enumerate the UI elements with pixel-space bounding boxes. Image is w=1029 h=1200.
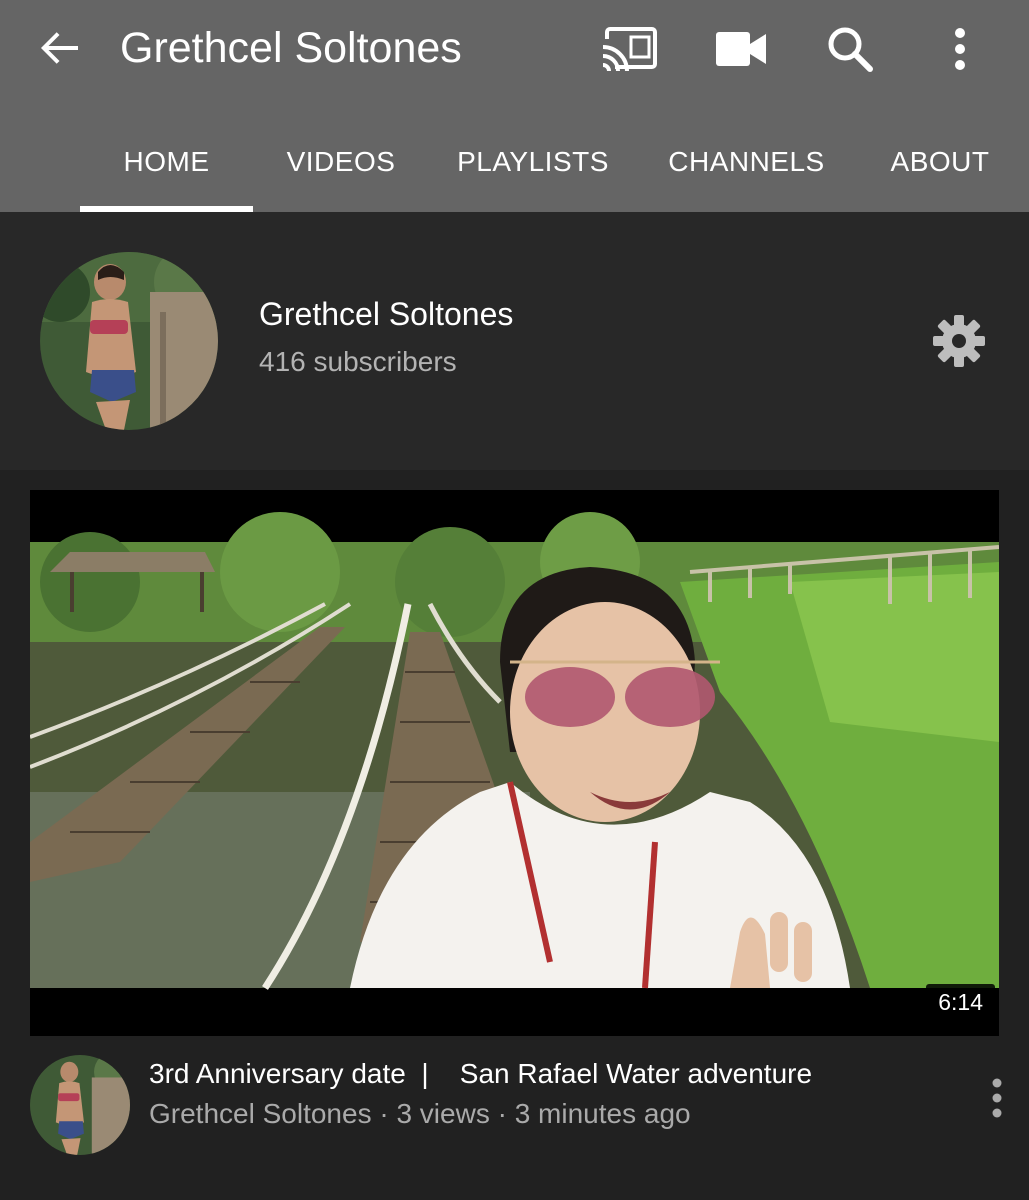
video-metadata: Grethcel Soltones · 3 views · 3 minutes …	[149, 1098, 691, 1129]
more-vertical-icon[interactable]	[980, 1074, 1014, 1122]
subscriber-count: 416 subscribers	[259, 346, 457, 377]
app-bar: Grethcel Soltones HOME VIDEOS PLAYLISTS …	[0, 0, 1029, 212]
tab-channels[interactable]: CHANNELS	[650, 112, 843, 212]
top-toolbar: Grethcel Soltones	[0, 0, 1029, 100]
home-feed: 6:14 3rd Anniversary date | San Rafael W…	[0, 470, 1029, 1200]
more-vertical-icon[interactable]	[930, 22, 990, 76]
gear-icon[interactable]	[930, 312, 988, 370]
tab-home[interactable]: HOME	[80, 112, 253, 212]
video-thumbnail	[30, 490, 999, 1036]
tab-about[interactable]: ABOUT	[870, 112, 1010, 212]
page-title: Grethcel Soltones	[120, 24, 462, 72]
video-duration-badge: 6:14	[926, 984, 995, 1020]
back-arrow-icon[interactable]	[36, 24, 84, 72]
featured-video-player[interactable]: 6:14	[30, 490, 999, 1036]
video-camera-icon[interactable]	[711, 22, 771, 76]
channel-tabs: HOME VIDEOS PLAYLISTS CHANNELS ABOUT	[0, 112, 1029, 212]
channel-name: Grethcel Soltones	[259, 296, 514, 332]
tab-videos[interactable]: VIDEOS	[262, 112, 420, 212]
uploader-avatar[interactable]	[30, 1055, 130, 1155]
search-icon[interactable]	[820, 22, 880, 76]
channel-avatar[interactable]	[40, 252, 218, 430]
video-title[interactable]: 3rd Anniversary date | San Rafael Water …	[149, 1056, 812, 1092]
cast-icon[interactable]	[600, 22, 660, 76]
channel-header: Grethcel Soltones 416 subscribers	[0, 212, 1029, 470]
tab-playlists[interactable]: PLAYLISTS	[440, 112, 626, 212]
